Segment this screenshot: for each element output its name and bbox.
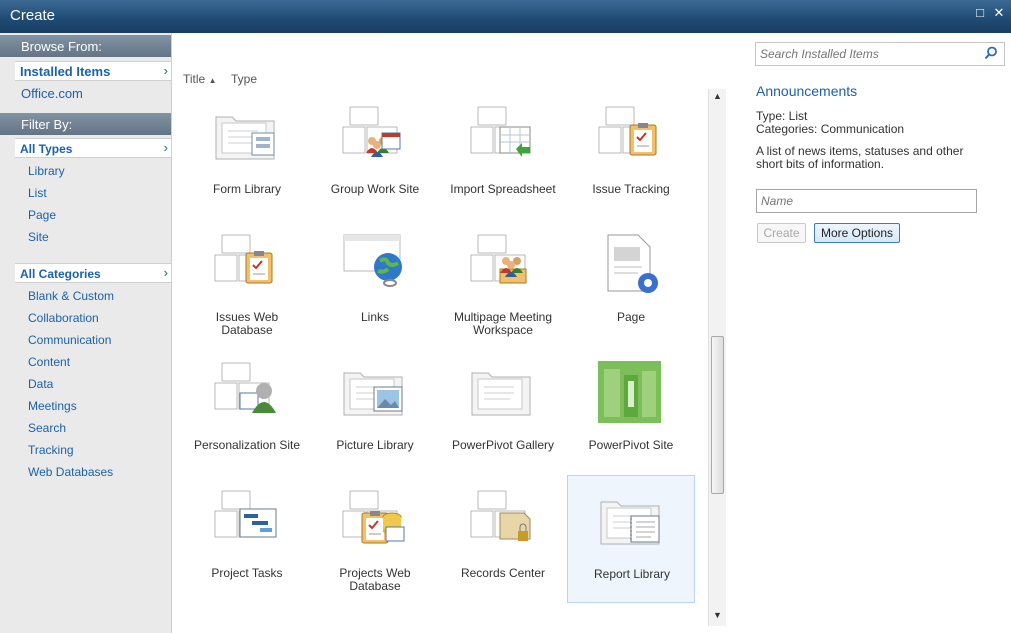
chevron-right-icon: ›	[163, 63, 168, 78]
filter-all-types[interactable]: All Types ›	[15, 138, 171, 158]
template-tile-label: Report Library	[593, 567, 671, 581]
template-grid: Form Library Group Work Site Import Spread…	[182, 91, 709, 626]
template-tile-label: PowerPivot Site	[588, 438, 674, 452]
template-tile[interactable]: Picture Library	[311, 347, 439, 475]
search-input[interactable]	[756, 43, 976, 65]
filter-category-collaboration[interactable]: Collaboration	[28, 311, 99, 325]
template-tile-label: Import Spreadsheet	[450, 182, 556, 196]
selected-template-type: Type: List	[756, 109, 808, 123]
selected-template-description-2: short bits of information.	[756, 157, 885, 171]
template-tile-label: Issues Web Database	[215, 310, 279, 337]
template-tile[interactable]: Links	[311, 219, 439, 347]
maximize-icon[interactable]: □	[973, 6, 987, 20]
filter-all-categories-label: All Categories	[20, 267, 101, 281]
scroll-down-icon[interactable]: ▼	[709, 610, 726, 624]
template-tile-label: Links	[360, 310, 389, 324]
template-tile-label: Picture Library	[336, 438, 414, 452]
search-icon[interactable]	[984, 46, 998, 63]
selected-template-title: Announcements	[756, 83, 858, 99]
filter-category-meetings[interactable]: Meetings	[28, 399, 77, 413]
sort-title-label: Title	[183, 72, 206, 86]
filter-category-web-databases[interactable]: Web Databases	[28, 465, 113, 479]
dialog-title: Create	[10, 7, 56, 24]
selected-template-categories: Categories: Communication	[756, 122, 905, 136]
template-tile-label: Personalization Site	[193, 438, 301, 452]
template-tile[interactable]: Issues Web Database	[183, 219, 311, 347]
template-tile-label: Records Center	[460, 566, 546, 580]
template-tile-label: Multipage Meeting Workspace	[453, 310, 553, 337]
filter-category-communication[interactable]: Communication	[28, 333, 111, 347]
filter-type-site[interactable]: Site	[28, 230, 49, 244]
scroll-thumb[interactable]	[711, 336, 724, 494]
filter-category-blank-custom[interactable]: Blank & Custom	[28, 289, 114, 303]
template-tile-label: Page	[616, 310, 646, 324]
scroll-up-icon[interactable]: ▲	[709, 91, 726, 105]
selected-template-description-1: A list of news items, statuses and other	[756, 144, 964, 158]
filter-category-tracking[interactable]: Tracking	[28, 443, 74, 457]
template-tile[interactable]: Multipage Meeting Workspace	[439, 219, 567, 347]
filter-by-header: Filter By:	[0, 113, 171, 135]
sort-by-type[interactable]: Type	[231, 72, 257, 86]
name-field[interactable]	[757, 190, 976, 212]
filter-category-content[interactable]: Content	[28, 355, 70, 369]
template-tile[interactable]: Group Work Site	[311, 91, 439, 219]
close-icon[interactable]: ✕	[992, 6, 1006, 20]
name-field-wrapper	[756, 189, 977, 213]
template-tile[interactable]: Records Center	[439, 475, 567, 603]
create-button[interactable]: Create	[757, 223, 806, 243]
template-tile-label: Projects Web Database	[339, 566, 411, 593]
template-tile[interactable]: Projects Web Database	[311, 475, 439, 603]
dialog-title-bar: Create □ ✕	[0, 0, 1011, 33]
template-tile[interactable]: Form Library	[183, 91, 311, 219]
template-tile[interactable]: Issue Tracking	[567, 91, 695, 219]
template-tile-label: Issue Tracking	[592, 182, 670, 196]
template-tile[interactable]: Project Tasks	[183, 475, 311, 603]
template-tile[interactable]: Import Spreadsheet	[439, 91, 567, 219]
template-tile[interactable]: PowerPivot Gallery	[439, 347, 567, 475]
filter-category-data[interactable]: Data	[28, 377, 53, 391]
browse-installed-items[interactable]: Installed Items ›	[15, 61, 171, 81]
template-tile-label: PowerPivot Gallery	[451, 438, 555, 452]
template-tile-label: Form Library	[212, 182, 281, 196]
filter-category-search[interactable]: Search	[28, 421, 66, 435]
filter-type-list[interactable]: List	[28, 186, 47, 200]
filter-all-categories[interactable]: All Categories ›	[15, 263, 171, 283]
search-box	[755, 42, 1005, 66]
template-tile[interactable]: Report Library	[567, 475, 695, 603]
browse-from-header: Browse From:	[0, 35, 171, 57]
chevron-right-icon: ›	[163, 140, 168, 155]
template-tile-label: Project Tasks	[211, 566, 283, 580]
sort-by-title[interactable]: Title ▲	[183, 72, 217, 86]
filter-all-types-label: All Types	[20, 142, 73, 156]
template-tile[interactable]: PowerPivot Site	[567, 347, 695, 475]
left-navigation: Browse From: Installed Items › Office.co…	[0, 33, 172, 633]
browse-installed-items-label: Installed Items	[20, 64, 111, 79]
browse-office-com[interactable]: Office.com	[21, 86, 83, 101]
filter-type-library[interactable]: Library	[28, 164, 65, 178]
chevron-right-icon: ›	[163, 265, 168, 280]
template-tile-label: Group Work Site	[330, 182, 420, 196]
template-tile[interactable]: Page	[567, 219, 695, 347]
template-grid-scrollbar[interactable]: ▲ ▼	[708, 89, 726, 626]
template-tile[interactable]: Personalization Site	[183, 347, 311, 475]
more-options-button[interactable]: More Options	[814, 223, 900, 243]
sort-ascending-icon: ▲	[208, 76, 217, 85]
filter-type-page[interactable]: Page	[28, 208, 56, 222]
